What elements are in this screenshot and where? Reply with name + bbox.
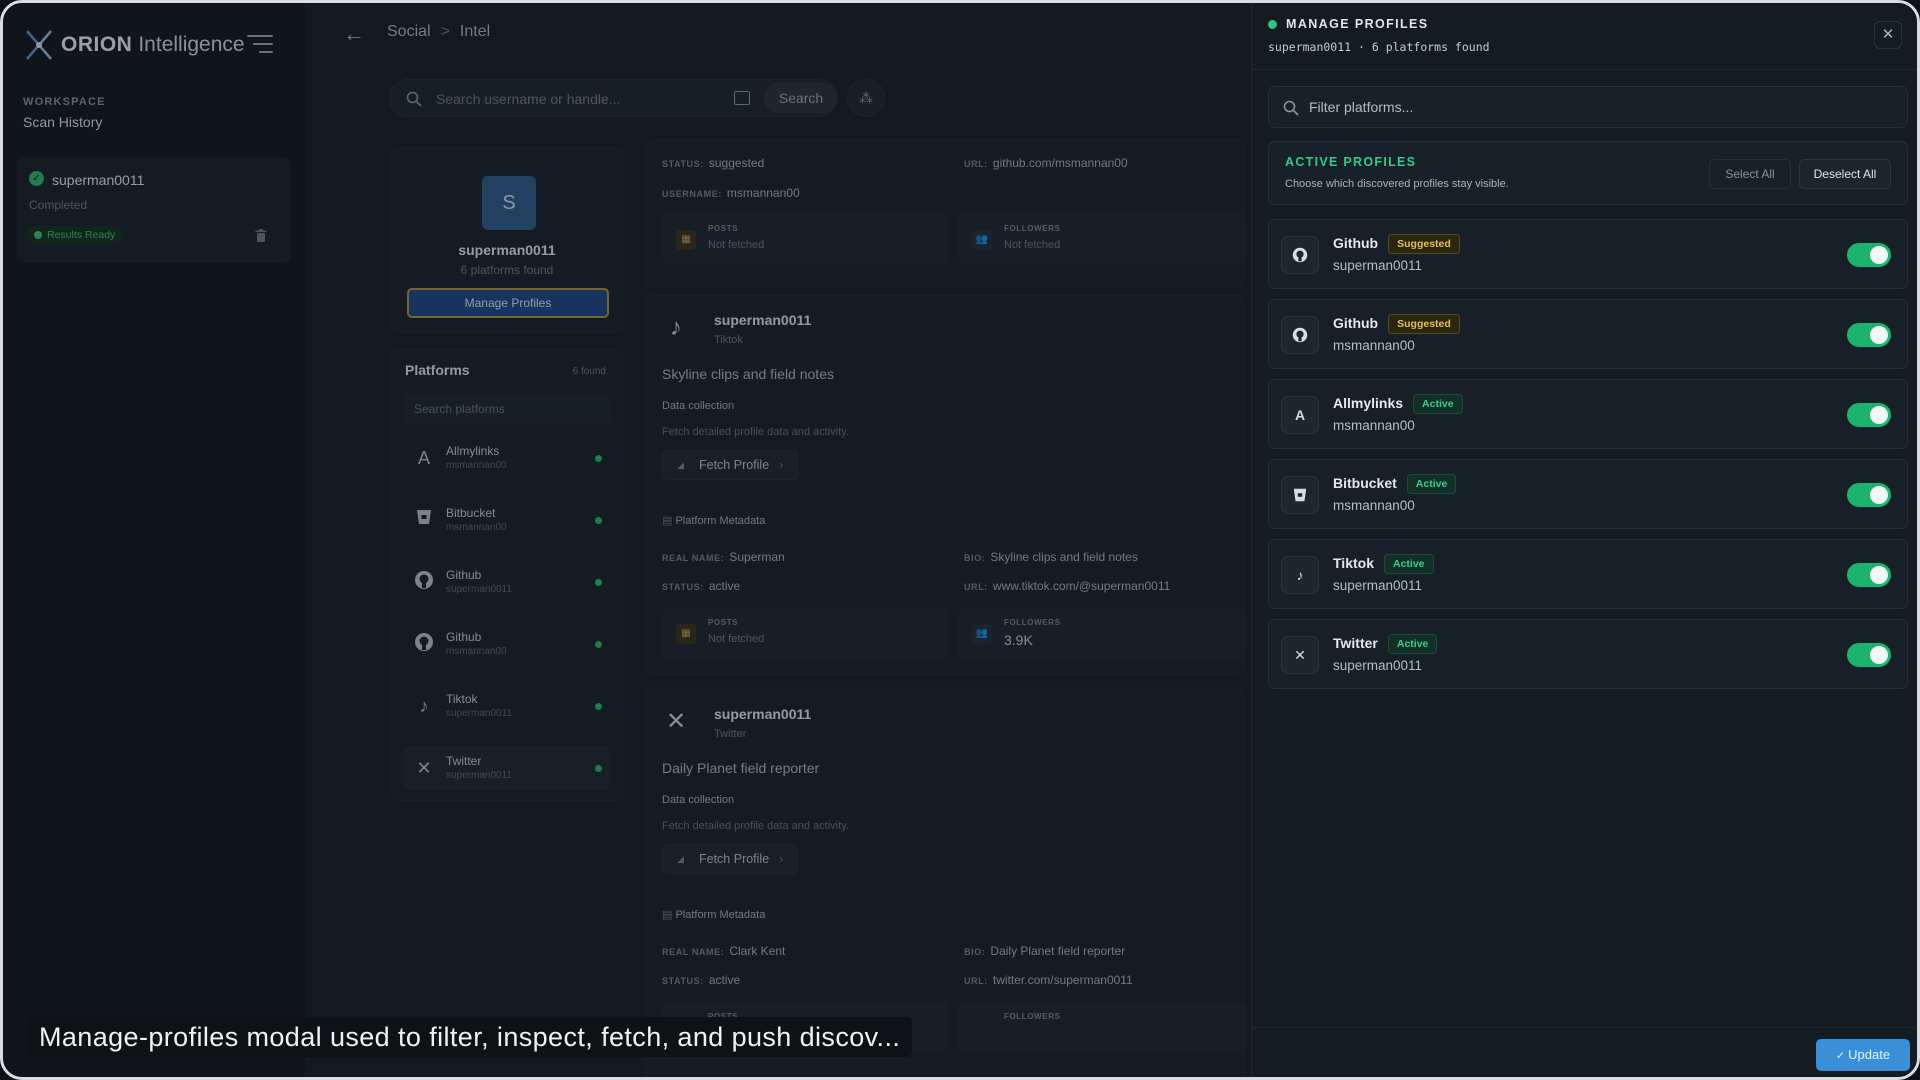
profile-card-tiktok[interactable]: ♪ Tiktok Active superman0011 [1268, 539, 1908, 609]
divider [1252, 69, 1917, 70]
profile-username: msmannan00 [1333, 498, 1415, 513]
footer-divider [1252, 1027, 1917, 1028]
drawer-subtitle: superman0011 · 6 platforms found [1268, 40, 1490, 54]
profile-toggle[interactable] [1847, 483, 1891, 507]
active-badge: Active [1383, 554, 1434, 574]
github-icon [1281, 316, 1319, 354]
active-profiles-header: ACTIVE PROFILES Choose which discovered … [1268, 141, 1908, 205]
select-all-button[interactable]: Select All [1709, 159, 1791, 189]
profile-card-twitter[interactable]: ✕ Twitter Active superman0011 [1268, 619, 1908, 689]
active-badge: Active [1387, 634, 1438, 654]
video-caption: Manage-profiles modal used to filter, in… [27, 1017, 913, 1057]
active-profiles-title: ACTIVE PROFILES [1285, 155, 1417, 169]
profile-username: msmannan00 [1333, 418, 1415, 433]
active-badge: Active [1406, 474, 1457, 494]
profile-username: superman0011 [1333, 578, 1423, 593]
bitbucket-icon [1281, 476, 1319, 514]
modal-backdrop[interactable] [3, 3, 1251, 1077]
profile-card-github[interactable]: Github Suggested superman0011 [1268, 219, 1908, 289]
active-profiles-desc: Choose which discovered profiles stay vi… [1285, 178, 1509, 190]
suggested-badge: Suggested [1388, 234, 1460, 254]
profile-platform-name: Github Suggested [1333, 314, 1460, 334]
filter-placeholder: Filter platforms... [1309, 99, 1414, 115]
x-twitter-icon: ✕ [1281, 636, 1319, 674]
profile-toggle[interactable] [1847, 643, 1891, 667]
drawer-title: MANAGE PROFILES [1286, 17, 1429, 31]
profile-platform-name: Bitbucket Active [1333, 474, 1457, 494]
active-badge: Active [1413, 394, 1463, 414]
profile-card-bitbucket[interactable]: Bitbucket Active msmannan00 [1268, 459, 1908, 529]
filter-platforms-input[interactable]: Filter platforms... [1268, 86, 1908, 128]
profile-toggle[interactable] [1847, 243, 1891, 267]
profile-username: superman0011 [1333, 258, 1423, 273]
live-status-dot [1268, 20, 1277, 29]
search-icon [1283, 100, 1299, 116]
profile-platform-name: Twitter Active [1333, 634, 1438, 654]
tiktok-icon: ♪ [1281, 556, 1319, 594]
github-icon [1281, 236, 1319, 274]
profile-card-github[interactable]: Github Suggested msmannan00 [1268, 299, 1908, 369]
profile-toggle[interactable] [1847, 323, 1891, 347]
profile-toggle[interactable] [1847, 403, 1891, 427]
app-window: ORION Intelligence WORKSPACE Scan History… [0, 0, 1920, 1080]
suggested-badge: Suggested [1388, 314, 1460, 334]
profile-username: msmannan00 [1333, 338, 1415, 353]
profile-platform-name: Tiktok Active [1333, 554, 1434, 574]
deselect-all-button[interactable]: Deselect All [1799, 159, 1891, 189]
update-button[interactable]: Update [1816, 1039, 1910, 1071]
allmylinks-icon: A [1281, 396, 1319, 434]
manage-profiles-drawer: MANAGE PROFILES superman0011 · 6 platfor… [1251, 3, 1917, 1077]
profile-card-allmylinks[interactable]: A Allmylinks Active msmannan00 [1268, 379, 1908, 449]
profile-platform-name: Allmylinks Active [1333, 394, 1463, 414]
profile-username: superman0011 [1333, 658, 1423, 673]
close-icon[interactable]: ✕ [1874, 21, 1902, 49]
profile-toggle[interactable] [1847, 563, 1891, 587]
profile-platform-name: Github Suggested [1333, 234, 1460, 254]
